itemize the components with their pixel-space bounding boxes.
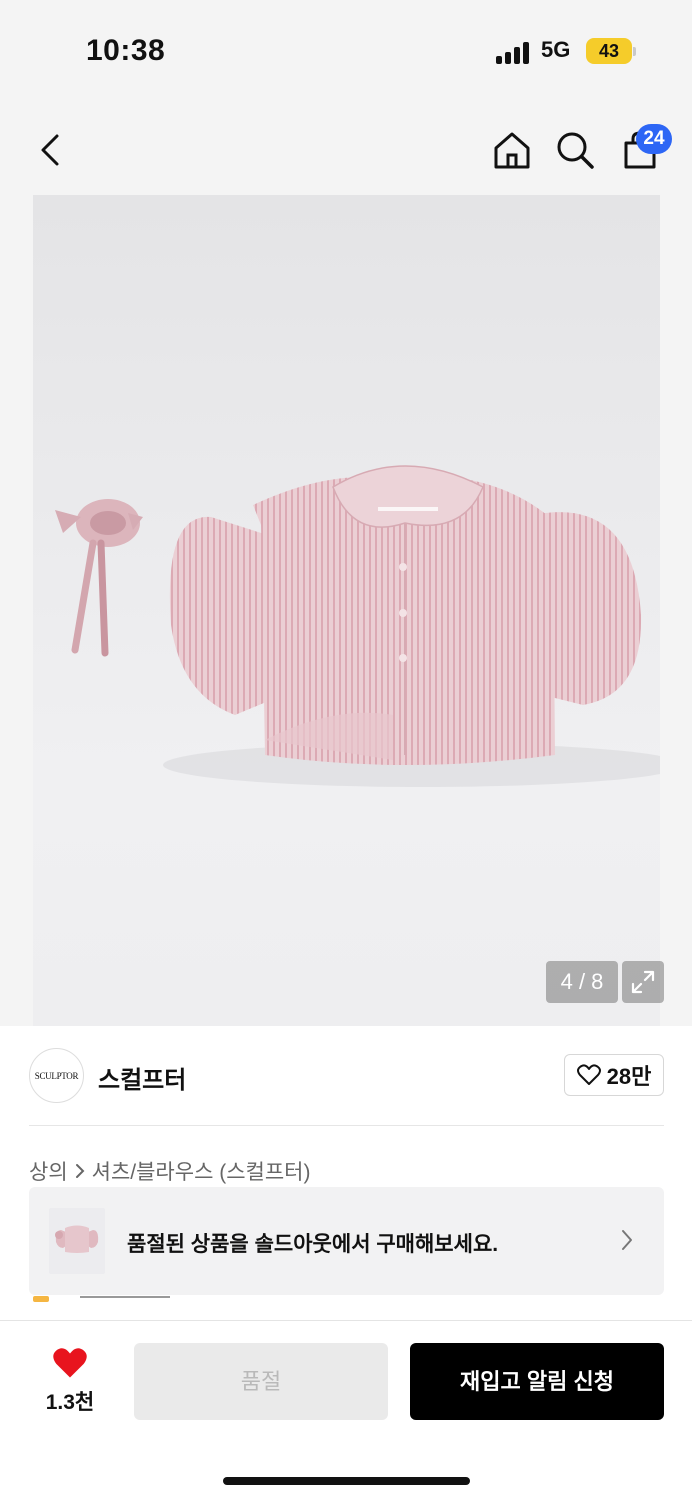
restock-alert-button[interactable]: 재입고 알림 신청 [410, 1343, 664, 1420]
soldout-thumbnail [49, 1208, 105, 1274]
soldout-banner-text: 품절된 상품을 솔드아웃에서 구매해보세요. [127, 1233, 499, 1256]
product-photo [55, 465, 660, 787]
breadcrumb-category[interactable]: 상의 [29, 1156, 68, 1186]
home-indicator[interactable] [223, 1477, 470, 1485]
wishlist-button[interactable]: 1.3천 [40, 1347, 100, 1416]
brand-name[interactable]: 스컬프터 [98, 1060, 186, 1095]
image-counter: 4 / 8 [546, 961, 618, 1003]
brand-like-button[interactable]: 28만 [564, 1054, 664, 1096]
signal-icon [496, 40, 532, 64]
divider [29, 1125, 664, 1126]
expand-image-button[interactable] [622, 961, 664, 1003]
brand-like-count: 28만 [606, 1064, 652, 1089]
star-icon [33, 1296, 49, 1302]
network-label: 5G [541, 37, 571, 62]
search-icon [557, 132, 594, 169]
back-arrow-icon [41, 134, 59, 166]
breadcrumb: 상의 셔츠/블라우스 (스컬프터) [29, 1156, 311, 1186]
heart-outline-icon [576, 1064, 601, 1085]
breadcrumb-subcategory[interactable]: 셔츠/블라우스 (스컬프터) [92, 1156, 311, 1186]
wishlist-count: 1.3천 [45, 1391, 95, 1414]
brand-logo[interactable]: SCULPTOR [29, 1048, 84, 1103]
home-icon [494, 132, 530, 169]
expand-icon [631, 970, 655, 994]
soldout-button: 품절 [134, 1343, 388, 1420]
status-bar: 10:38 5G 43 [0, 0, 692, 100]
divider [80, 1296, 170, 1298]
brand-row[interactable]: SCULPTOR 스컬프터 28만 [0, 1026, 692, 1126]
soldout-banner[interactable]: 품절된 상품을 솔드아웃에서 구매해보세요. [29, 1187, 664, 1295]
top-nav [0, 100, 692, 194]
corsage-accessory [55, 499, 143, 657]
home-button[interactable] [490, 128, 534, 172]
product-info: SCULPTOR 스컬프터 28만 상의 셔츠/블라우스 (스컬프터) 품절된 … [0, 1026, 692, 1320]
chevron-right-icon [622, 1230, 632, 1250]
chevron-right-icon [75, 1164, 85, 1178]
search-button[interactable] [553, 128, 597, 172]
battery-tip [633, 47, 636, 56]
battery-icon: 43 [586, 38, 632, 64]
product-image[interactable] [33, 195, 660, 1026]
bottom-action-bar: 1.3천 품절 재입고 알림 신청 [0, 1320, 692, 1500]
heart-filled-icon [53, 1348, 87, 1378]
status-time: 10:38 [86, 34, 166, 67]
cart-count-badge: 24 [636, 124, 672, 154]
back-button[interactable] [28, 128, 72, 172]
